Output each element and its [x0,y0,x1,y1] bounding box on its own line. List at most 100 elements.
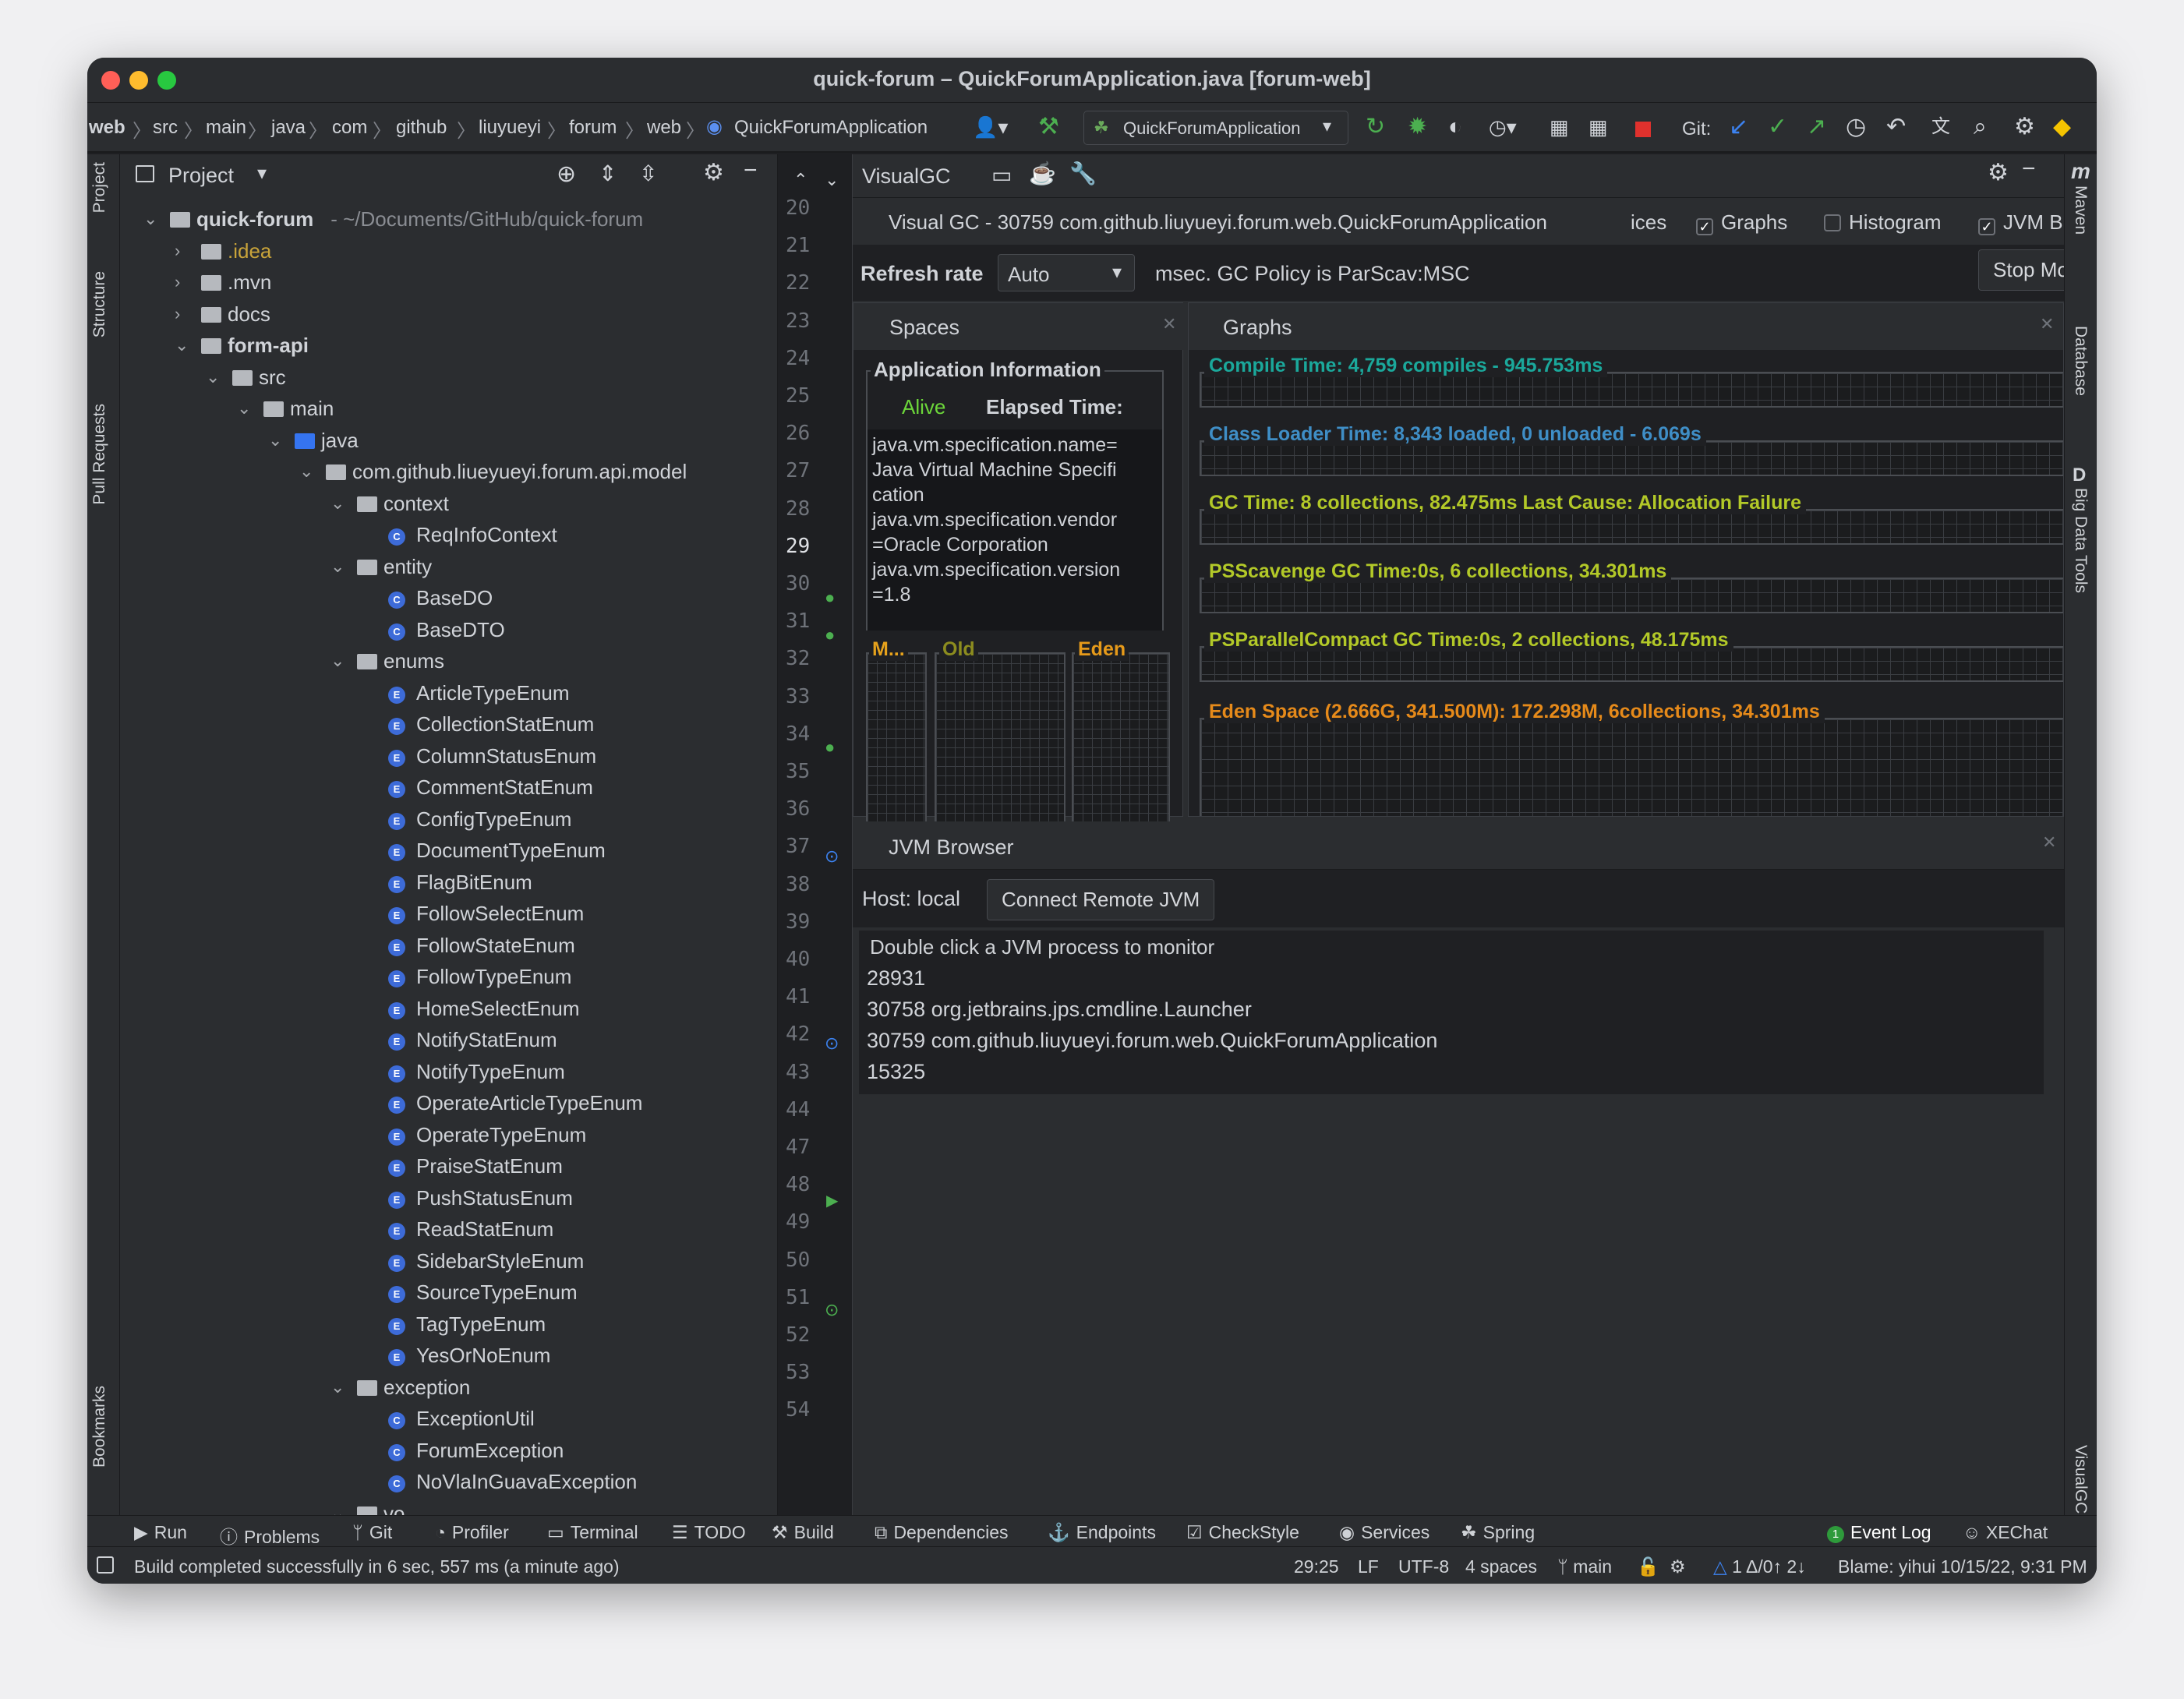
tree-package-enums[interactable]: enums [357,649,444,673]
tree-package-context[interactable]: context [357,492,449,516]
bottom-tab-git[interactable]: ᛘ Git [352,1522,392,1543]
status-message[interactable]: Build completed successfully in 6 sec, 5… [134,1556,620,1577]
line-separator[interactable]: LF [1358,1556,1379,1577]
chevron-down-icon[interactable]: ⌄ [175,335,189,355]
close-icon[interactable]: ✕ [2040,314,2054,334]
blame-info[interactable]: Blame: yihui 10/15/22, 9:31 PM [1838,1556,2087,1577]
profiler-icon[interactable]: ◷▾ [1489,114,1517,140]
tree-enum-item[interactable]: E ConfigTypeEnum [388,807,571,832]
connect-remote-jvm-button[interactable]: Connect Remote JVM [987,879,1215,920]
caret-position[interactable]: 29:25 [1294,1556,1339,1577]
tree-folder-java[interactable]: java [295,429,359,453]
user-icon[interactable]: 👤▾ [973,114,1008,140]
chevron-down-icon[interactable]: ⌄ [330,1377,345,1397]
bottom-tab-problems[interactable]: ⓘ Problems [220,1522,320,1549]
tool-tab-visualgc[interactable]: VisualGC [2071,1445,2090,1514]
chevron-down-icon[interactable]: ⌄ [237,398,251,419]
breadcrumb-item[interactable]: main [206,117,246,139]
hide-panel-icon[interactable]: − [2022,156,2036,182]
chevron-down-icon[interactable]: ⌄ [330,556,345,577]
tree-enum-item[interactable]: E FlagBitEnum [388,871,532,895]
tree-enum-item[interactable]: E NotifyTypeEnum [388,1060,565,1084]
tool-tab-structure[interactable]: Structure [90,271,109,337]
breadcrumb-item[interactable]: liuyueyi [479,117,541,139]
tree-enum-item[interactable]: E SidebarStyleEnum [388,1249,584,1273]
tree-enum-item[interactable]: E ArticleTypeEnum [388,681,570,705]
bottom-tab-todo[interactable]: ☰ TODO [672,1522,746,1543]
debug-icon[interactable]: ✹ [1408,114,1427,140]
tree-enum-item[interactable]: E OperateTypeEnum [388,1123,586,1147]
breadcrumb-item[interactable]: src [153,117,178,139]
override-icon[interactable]: ⊙ [825,1033,839,1054]
tool-tab-database[interactable]: Database [2071,326,2090,396]
lock-icon[interactable]: 🔓 [1637,1556,1659,1577]
tool-tab-maven[interactable]: Maven [2071,185,2090,235]
tree-folder-idea[interactable]: .idea [201,239,271,263]
tree-enum-item[interactable]: E FollowSelectEnum [388,902,584,926]
breadcrumb-item[interactable]: web [647,117,681,139]
jvm-process-item[interactable]: 28931 [867,966,925,991]
tool-tab-big-data-tools[interactable]: Big Data Tools [2071,488,2090,593]
tree-enum-item[interactable]: E TagTypeEnum [388,1312,546,1337]
histogram-checkbox[interactable]: Histogram [1824,210,1941,235]
breadcrumb-item[interactable]: github [396,117,447,139]
tree-root-quick-forum[interactable]: quick-forum - ~/Documents/GitHub/quick-fo… [170,207,643,231]
chevron-down-icon[interactable]: ⌄ [299,461,313,482]
breadcrumb-item[interactable]: com [332,117,367,139]
git-commit-icon[interactable]: ✓ [1768,114,1787,140]
coverage-icon[interactable]: ◐ [1448,114,1462,140]
tree-class-item[interactable]: C ForumException [388,1439,564,1463]
jvm-process-item[interactable]: 15325 [867,1060,925,1084]
tree-enum-item[interactable]: E SourceTypeEnum [388,1280,578,1305]
tree-module-form-api[interactable]: form-api [201,334,309,358]
breadcrumb-item[interactable]: forum [569,117,617,139]
rollback-icon[interactable]: ↶ [1886,114,1906,140]
tree-enum-item[interactable]: E PraiseStatEnum [388,1154,563,1178]
gear-icon[interactable]: ⚙ [703,159,724,186]
toggle-tool-windows-icon[interactable] [97,1556,114,1574]
locate-icon[interactable]: ⊕ [557,161,576,188]
tree-enum-item[interactable]: E ColumnStatusEnum [388,744,596,768]
close-icon[interactable]: ✕ [1162,314,1176,334]
tree-folder-docs[interactable]: docs [201,302,270,327]
xechat-tab[interactable]: ☺ XEChat [1963,1522,2048,1543]
bottom-tab-services[interactable]: ◉ Services [1339,1522,1429,1543]
vcs-status[interactable]: △ 1 Δ/0↑ 2↓ [1713,1556,1806,1577]
tool-tab-pull-requests[interactable]: Pull Requests [90,404,109,505]
tree-enum-item[interactable]: E HomeSelectEnum [388,997,580,1021]
chevron-down-icon[interactable]: ⌄ [268,430,282,450]
collapse-all-icon[interactable]: ⇳ [639,161,657,186]
chevron-down-icon[interactable]: ⌄ [330,493,345,514]
tree-class-item[interactable]: C ExceptionUtil [388,1407,535,1431]
breadcrumb-item[interactable]: web [89,117,125,139]
chevron-down-icon[interactable]: ⌄ [825,170,839,190]
jvm-process-item[interactable]: 30759 com.github.liuyueyi.forum.web.Quic… [867,1029,1437,1053]
tree-enum-item[interactable]: E DocumentTypeEnum [388,839,606,863]
window-icon[interactable]: ▭ [991,162,1012,188]
graphs-checkbox[interactable]: ✓ Graphs [1696,210,1787,235]
history-icon[interactable]: ◷ [1846,114,1866,140]
bottom-tab-terminal[interactable]: ▭ Terminal [547,1522,638,1543]
refresh-rate-select[interactable]: Auto ▾ [998,254,1135,291]
bottom-tab-build[interactable]: ⚒ Build [772,1522,834,1543]
project-panel-title[interactable]: Project [168,164,234,188]
tree-package-exception[interactable]: exception [357,1376,470,1400]
tree-folder-src[interactable]: src [232,366,286,390]
git-branch[interactable]: ᛘ main [1557,1556,1612,1577]
stop-icon[interactable] [1635,122,1651,137]
close-icon[interactable]: ✕ [2042,832,2056,853]
chevron-right-icon[interactable]: › [175,272,180,292]
tree-class-item[interactable]: C NoVlaInGuavaException [388,1470,637,1494]
breadcrumb-item[interactable]: java [271,117,306,139]
rerun-icon[interactable]: ↻ [1366,114,1385,140]
visualgc-tab[interactable]: VisualGC [862,164,951,189]
tree-enum-item[interactable]: E FollowTypeEnum [388,965,571,989]
override-icon[interactable]: ⊙ [825,846,839,867]
bottom-tab-dependencies[interactable]: ⧉ Dependencies [875,1522,1009,1543]
breadcrumb-item[interactable]: QuickForumApplication [734,117,928,139]
chevron-right-icon[interactable]: › [175,304,180,324]
tree-enum-item[interactable]: E ReadStatEnum [388,1217,553,1242]
tree-enum-item[interactable]: E CommentStatEnum [388,775,593,800]
bottom-tab-spring[interactable]: ☘ Spring [1461,1522,1535,1543]
tree-package-model[interactable]: com.github.liueyueyi.forum.api.model [326,460,687,484]
